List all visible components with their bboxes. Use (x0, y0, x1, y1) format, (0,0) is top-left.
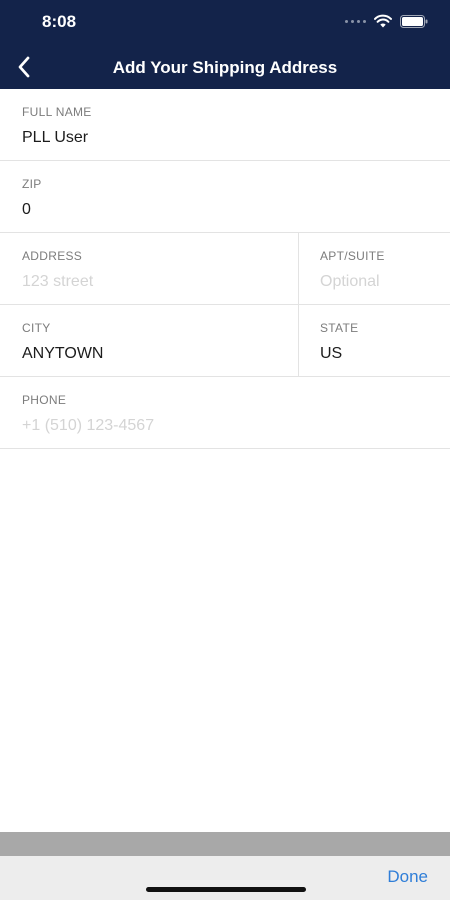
full-name-cell[interactable]: FULL NAME (0, 89, 450, 160)
city-cell[interactable]: CITY (0, 305, 299, 376)
status-icons (345, 13, 428, 29)
apt-suite-cell[interactable]: APT/SUITE (299, 233, 450, 304)
phone-cell[interactable]: PHONE (0, 377, 450, 448)
cellular-signal-icon (345, 19, 366, 23)
full-name-label: FULL NAME (22, 105, 92, 119)
zip-label: ZIP (22, 177, 42, 191)
apt-suite-label: APT/SUITE (320, 249, 385, 263)
address-cell[interactable]: ADDRESS (0, 233, 299, 304)
state-cell[interactable]: STATE (299, 305, 450, 376)
city-field[interactable] (22, 345, 262, 363)
full-name-field[interactable] (22, 129, 262, 147)
city-label: CITY (22, 321, 51, 335)
address-field[interactable] (22, 273, 262, 291)
battery-icon (400, 14, 428, 28)
home-indicator (146, 887, 306, 892)
status-time: 8:08 (42, 12, 77, 31)
zip-field[interactable] (22, 201, 262, 219)
address-row: ADDRESS APT/SUITE (0, 233, 450, 305)
phone-field[interactable] (22, 417, 262, 435)
keyboard-toolbar: Done (0, 856, 450, 900)
page-title: Add Your Shipping Address (112, 58, 338, 77)
zip-row: ZIP (0, 161, 450, 233)
shipping-address-form: FULL NAME ZIP ADDRESS APT/SUITE CITY STA… (0, 89, 450, 449)
done-button[interactable]: Done (387, 867, 428, 887)
zip-cell[interactable]: ZIP (0, 161, 450, 232)
phone-label: PHONE (22, 393, 67, 407)
phone-row: PHONE (0, 377, 450, 449)
app-header: 8:08 Add Your Shipping Address (0, 0, 450, 89)
keyboard-accessory-divider (0, 832, 450, 856)
city-state-row: CITY STATE (0, 305, 450, 377)
wifi-icon (374, 14, 392, 28)
state-label: STATE (320, 321, 359, 335)
address-label: ADDRESS (22, 249, 83, 263)
full-name-row: FULL NAME (0, 89, 450, 161)
state-field[interactable] (320, 345, 430, 363)
apt-suite-field[interactable] (320, 273, 430, 291)
